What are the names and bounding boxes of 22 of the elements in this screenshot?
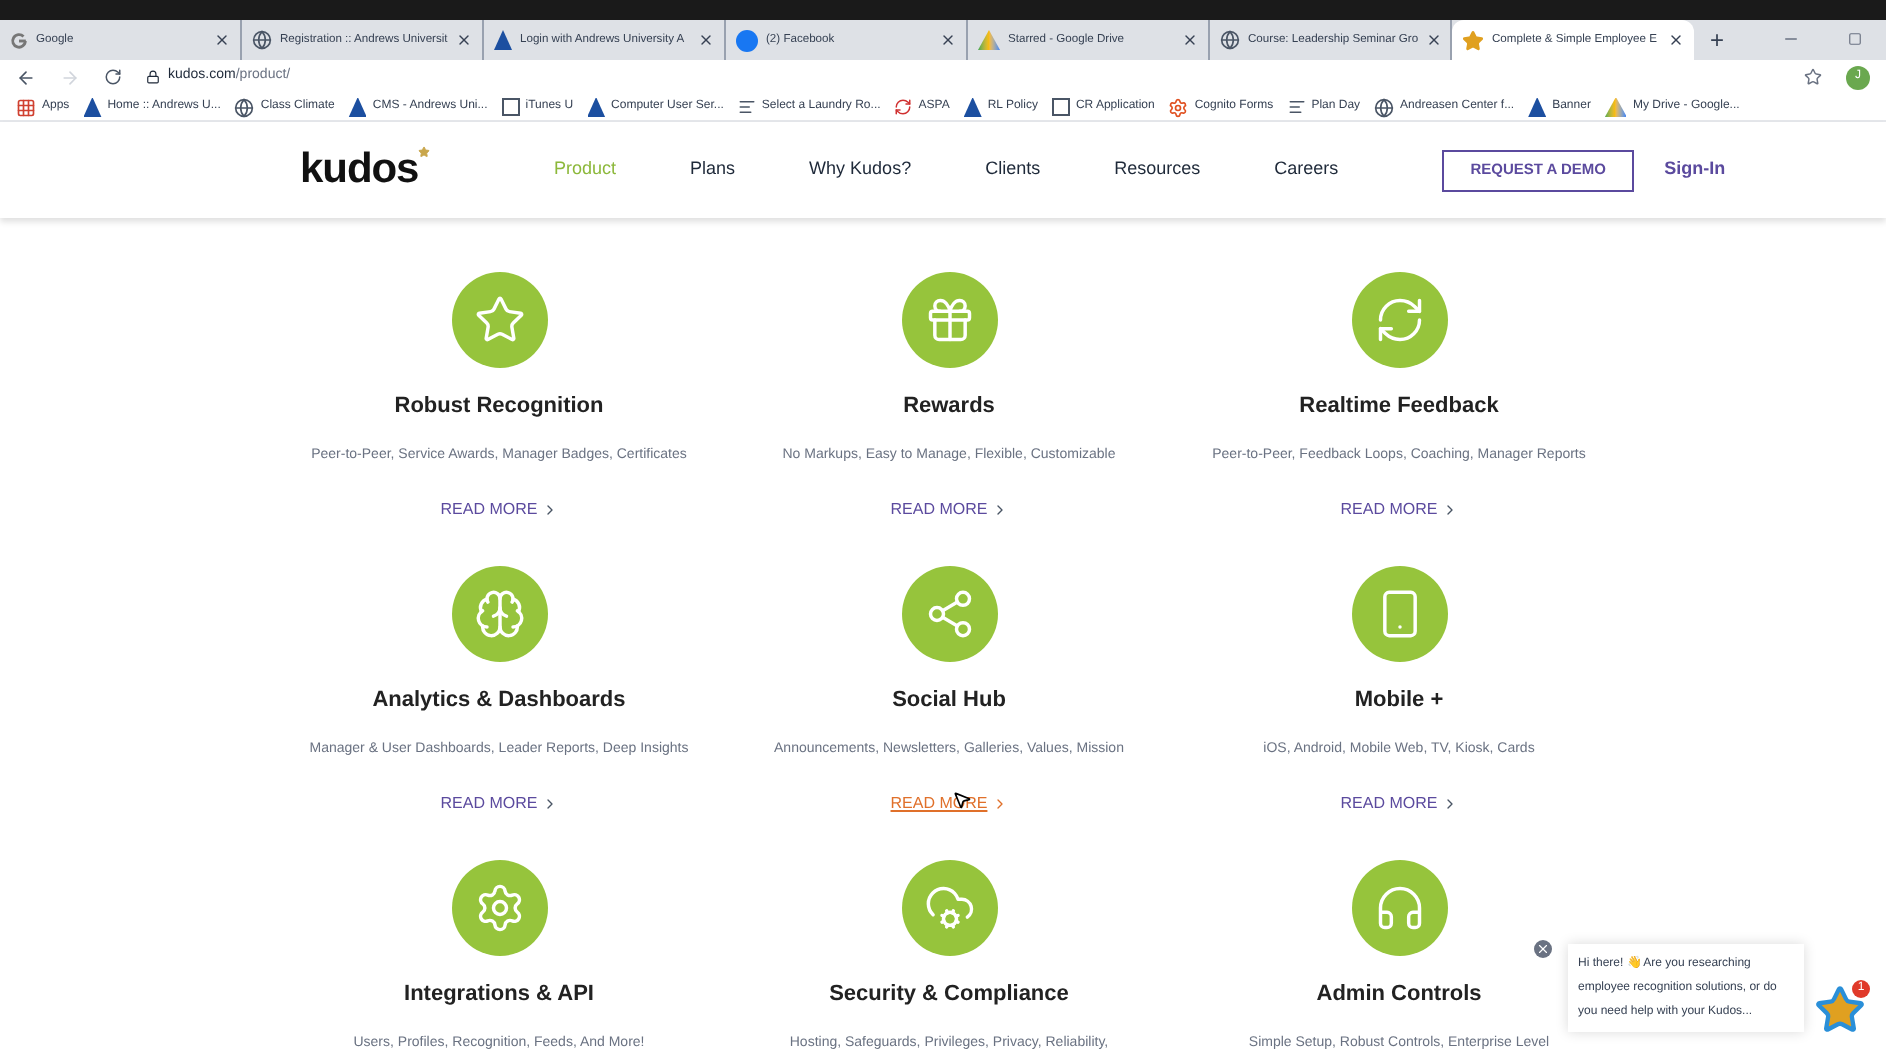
new-tab-button[interactable]: + <box>1694 20 1741 60</box>
feature-title: Realtime Feedback <box>1299 392 1499 422</box>
feature-title: Integrations & API <box>404 980 594 1010</box>
feature-title: Social Hub <box>892 686 1006 716</box>
nav-link[interactable]: Careers <box>1274 156 1339 184</box>
feature-title: Mobile + <box>1354 686 1444 716</box>
sign-in-link[interactable]: Sign-In <box>1664 156 1726 184</box>
kudos-logo[interactable]: kudos <box>300 138 419 202</box>
read-more-link[interactable]: READ MORE <box>888 498 1010 522</box>
nav-link[interactable]: Clients <box>985 156 1041 184</box>
nav-link[interactable]: Why Kudos? <box>809 156 912 184</box>
read-more-link[interactable]: READ MORE <box>438 792 560 816</box>
feature-title: Robust Recognition <box>394 392 604 422</box>
read-more-link[interactable]: READ MORE <box>1338 792 1460 816</box>
feature-title: Admin Controls <box>1316 980 1482 1010</box>
read-more-link[interactable]: READ MORE <box>438 498 560 522</box>
nav-link[interactable]: Resources <box>1114 156 1201 184</box>
read-more-link[interactable]: READ MORE <box>1338 498 1460 522</box>
feature-title: Rewards <box>903 392 995 422</box>
feature-title: Security & Compliance <box>829 980 1069 1010</box>
feature-title: Analytics & Dashboards <box>372 686 626 716</box>
nav-link[interactable]: Plans <box>690 156 736 184</box>
